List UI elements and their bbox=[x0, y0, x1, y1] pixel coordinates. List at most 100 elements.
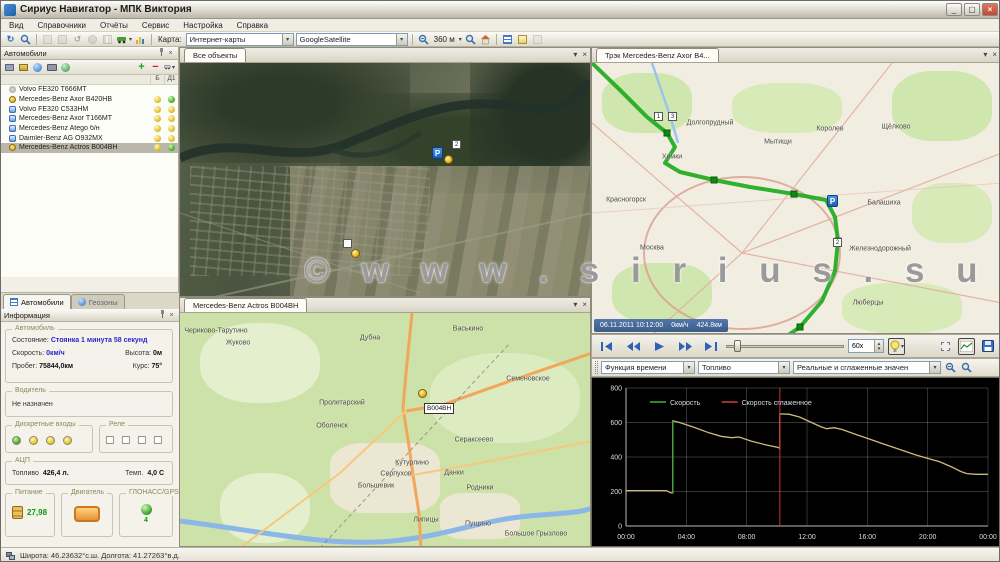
chart-function-select[interactable]: Функция времени ▾ bbox=[601, 361, 695, 374]
skip-start-button[interactable] bbox=[596, 338, 618, 355]
route-badge-3[interactable]: 3 bbox=[668, 112, 677, 121]
track-highlight-toggle[interactable]: ▾ bbox=[888, 338, 905, 355]
close-icon[interactable]: × bbox=[166, 50, 175, 57]
relay-checkbox-2[interactable] bbox=[138, 436, 146, 444]
map-label: Карта: bbox=[158, 35, 182, 44]
map-label: Долгопрудный bbox=[687, 120, 734, 127]
menu-item-2[interactable]: Отчёты bbox=[100, 21, 128, 30]
minimize-button[interactable]: _ bbox=[946, 3, 962, 16]
menu-item-4[interactable]: Настройка bbox=[183, 21, 222, 30]
vehicle-row[interactable]: Mercedes-Benz Axor В420НВ bbox=[1, 95, 178, 105]
vehicle-row[interactable]: Volvo FE320 С533НМ bbox=[1, 104, 178, 114]
close-icon[interactable]: × bbox=[167, 312, 176, 319]
vehicle-row[interactable]: Mercedes-Benz Atego б/н bbox=[1, 124, 178, 134]
drag-grip[interactable] bbox=[595, 361, 598, 374]
parking-marker[interactable]: P bbox=[827, 195, 838, 207]
grid-icon bbox=[101, 33, 114, 46]
spinner-arrows[interactable]: ▲▼ bbox=[874, 340, 883, 352]
pane-close-icon[interactable]: × bbox=[992, 50, 997, 59]
chart-parameter-select[interactable]: Топливо ▾ bbox=[698, 361, 790, 374]
chart-zoom-out-icon[interactable] bbox=[960, 361, 973, 374]
search-icon[interactable] bbox=[19, 33, 32, 46]
save-button[interactable] bbox=[979, 338, 996, 355]
vehicle-row[interactable]: Volvo FE320 Т666МТ bbox=[1, 85, 178, 95]
show-chart-button[interactable] bbox=[958, 338, 975, 355]
relay-checkbox-0[interactable] bbox=[106, 436, 114, 444]
menu-item-5[interactable]: Справка bbox=[237, 21, 268, 30]
scale-dropdown-icon[interactable]: ▾ bbox=[459, 36, 462, 43]
parking-marker[interactable]: P bbox=[432, 147, 443, 159]
vehicle-marker[interactable] bbox=[351, 249, 360, 258]
waypoint-badge[interactable]: 2 bbox=[452, 140, 461, 149]
route-badge-2[interactable]: 2 bbox=[833, 238, 842, 247]
list-view-icon[interactable] bbox=[501, 33, 514, 46]
zoom-out-icon[interactable] bbox=[464, 33, 477, 46]
actros-map-tab[interactable]: Mercedes-Benz Actros В004ВН bbox=[184, 298, 307, 312]
pane-menu-icon[interactable]: ▾ bbox=[573, 50, 577, 59]
playback-speed-spinner[interactable]: 60x ▲▼ bbox=[848, 339, 884, 353]
car-dropdown-icon[interactable]: ▾ bbox=[116, 33, 132, 46]
menu-item-1[interactable]: Справочники bbox=[37, 21, 85, 30]
selection-tool-button[interactable] bbox=[937, 338, 954, 355]
tracked-vehicle-marker[interactable] bbox=[418, 389, 427, 398]
relay-checkbox-3[interactable] bbox=[154, 436, 162, 444]
vehicle-mode-dropdown[interactable]: ▾ bbox=[164, 62, 175, 73]
tab-vehicles[interactable]: Автомобили bbox=[3, 294, 71, 309]
chart-mode-select[interactable]: Реальные и сглаженные значен ▾ bbox=[793, 361, 941, 374]
add-vehicle-button[interactable]: + bbox=[136, 62, 147, 73]
actros-map[interactable]: Чериково-ТарутиноЖуковоДубнаВаськиноСеме… bbox=[180, 313, 590, 546]
menu-item-3[interactable]: Сервис bbox=[142, 21, 169, 30]
edit-icon bbox=[41, 33, 54, 46]
playback-speed-value: 60x bbox=[852, 343, 863, 350]
vehicle-row[interactable]: Mercedes-Benz Actros В004ВН bbox=[1, 143, 178, 153]
menu-item-0[interactable]: Вид bbox=[9, 21, 23, 30]
fast-forward-button[interactable] bbox=[674, 338, 696, 355]
actros-map-tab-label: Mercedes-Benz Actros В004ВН bbox=[193, 301, 298, 310]
play-button[interactable] bbox=[648, 338, 670, 355]
pin-icon[interactable] bbox=[157, 48, 166, 58]
maximize-button[interactable]: ▢ bbox=[964, 3, 980, 16]
map-label: Пущино bbox=[465, 521, 491, 528]
title-bar: Сириус Навигатор - МПК Виктория _ ▢ × bbox=[1, 1, 1000, 19]
notebook-icon[interactable] bbox=[516, 33, 529, 46]
close-button[interactable]: × bbox=[982, 3, 998, 16]
rewind-button[interactable] bbox=[622, 338, 644, 355]
pane-menu-icon[interactable]: ▾ bbox=[573, 300, 577, 309]
chart-icon[interactable] bbox=[134, 33, 147, 46]
playback-slider[interactable] bbox=[726, 339, 844, 353]
fuel-chart[interactable]: 00:0004:0008:0012:0016:0020:0000:0002004… bbox=[591, 377, 1000, 547]
map-layer-select[interactable]: GoogleSatellite ▾ bbox=[296, 33, 408, 46]
waypoint-badge[interactable] bbox=[343, 239, 352, 248]
pane-close-icon[interactable]: × bbox=[582, 50, 587, 59]
globe2-icon[interactable] bbox=[60, 62, 71, 73]
globe-icon[interactable] bbox=[32, 62, 43, 73]
home-icon[interactable] bbox=[479, 33, 492, 46]
device-icon[interactable] bbox=[4, 62, 15, 73]
slider-thumb[interactable] bbox=[734, 340, 741, 352]
temp-value: 4,0 С bbox=[147, 470, 164, 477]
pane-menu-icon[interactable]: ▾ bbox=[983, 50, 987, 59]
pane-close-icon[interactable]: × bbox=[582, 300, 587, 309]
skip-end-button[interactable] bbox=[700, 338, 722, 355]
camera-icon[interactable] bbox=[46, 62, 57, 73]
remove-vehicle-button[interactable]: − bbox=[150, 62, 161, 73]
vehicle-icon bbox=[9, 144, 16, 151]
tab-geozones[interactable]: Геозоны bbox=[71, 294, 125, 309]
vehicle-row[interactable]: Daimler-Benz AG О932МХ bbox=[1, 133, 178, 143]
map-provider-select[interactable]: Интернет-карты ▾ bbox=[186, 33, 294, 46]
track-datetime: 06.11.2011 10:12:00 bbox=[600, 322, 663, 329]
map-label: Большое Грызлово bbox=[505, 531, 567, 538]
refresh-icon[interactable]: ↻ bbox=[4, 33, 17, 46]
vehicle-marker[interactable] bbox=[444, 155, 453, 164]
zoom-in-icon[interactable] bbox=[417, 33, 430, 46]
sat-map-tab[interactable]: Все объекты bbox=[184, 48, 246, 62]
pin-icon[interactable] bbox=[158, 310, 167, 320]
track-map-tab[interactable]: Трэк Mercedes-Benz Axor В4... bbox=[596, 48, 719, 62]
sat-map[interactable]: 2 P bbox=[180, 63, 590, 296]
vehicle-row[interactable]: Mercedes-Benz Axor Т166МТ bbox=[1, 114, 178, 124]
track-map[interactable]: ДолгопрудныйХимкиМытищиКоролевЩёлковоБал… bbox=[592, 63, 1000, 333]
layers-icon[interactable] bbox=[18, 62, 29, 73]
route-badge-1[interactable]: 1 bbox=[654, 112, 663, 121]
relay-checkbox-1[interactable] bbox=[122, 436, 130, 444]
chart-zoom-in-icon[interactable] bbox=[944, 361, 957, 374]
